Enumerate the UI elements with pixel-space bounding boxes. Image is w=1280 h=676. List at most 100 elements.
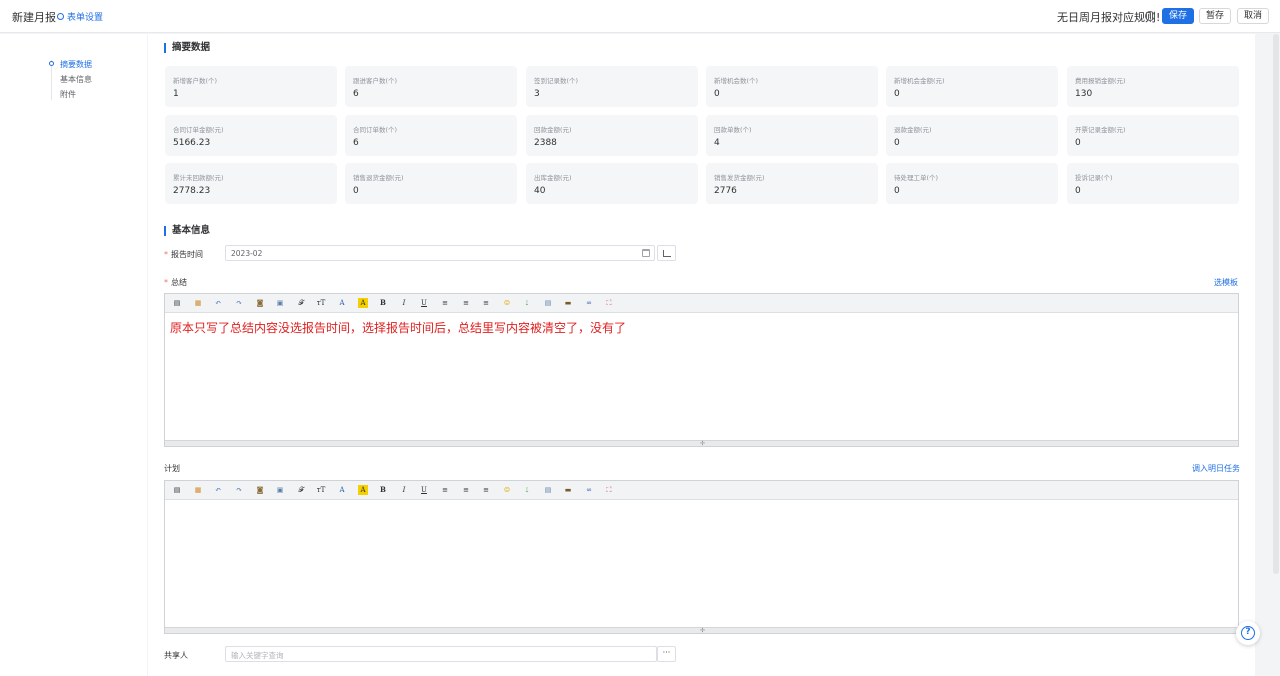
italic-icon[interactable]: I [399,485,409,495]
summary-card: 新增机会数(个) 0 [706,66,878,107]
form-settings-link[interactable]: 表单设置 [57,10,103,23]
undo-icon[interactable]: ↶ [213,298,223,308]
select-template-link[interactable]: 选模板 [1214,277,1238,288]
summary-card: 出库金额(元) 40 [526,163,698,204]
nav-active-dot [49,61,54,66]
info-icon[interactable]: ! [1145,11,1155,21]
question-icon: ? [1241,626,1255,640]
resize-handle[interactable]: ✢ [165,440,1238,447]
summary-card: 跟进客户数(个) 6 [345,66,517,107]
find-icon[interactable]: ◙ [255,298,265,308]
highlight-icon[interactable]: A [358,485,368,495]
form-settings-label: 表单设置 [67,13,104,23]
summary-card: 新增客户数(个) 1 [165,66,337,107]
summary-editor[interactable]: ▤ ▦ ↶ ↷ ◙ ▣ 𝓕 ᴛT A A B I U ≡ ≡ ≡ ☺ ⇣ ▤ ▬… [164,293,1239,447]
summary-card: 累计未回款额(元) 2778.23 [165,163,337,204]
sidebar-item-attachments[interactable]: 附件 [60,89,76,100]
bold-icon[interactable]: B [378,298,388,308]
align-left-icon[interactable]: ≡ [440,298,450,308]
fullscreen-icon[interactable]: ⛶ [604,485,614,495]
sidebar [0,34,147,676]
font-color-icon[interactable]: A [337,298,347,308]
summary-section-title: 摘要数据 [164,43,210,53]
share-input[interactable]: 输入关键字查询 [225,646,657,662]
source-icon[interactable]: ▤ [172,298,182,308]
share-placeholder: 输入关键字查询 [231,651,284,660]
highlight-icon[interactable]: A [358,298,368,308]
paste-icon[interactable]: ▦ [193,485,203,495]
summary-card: 投诉记录(个) 0 [1067,163,1239,204]
import-tasks-link[interactable]: 调入明日任务 [1192,463,1240,474]
summary-card: 合同订单数(个) 6 [345,115,517,156]
required-mark: * [164,250,168,259]
font-size-icon[interactable]: ᴛT [316,298,326,308]
table-icon[interactable]: ▤ [543,298,553,308]
plan-editor-body[interactable] [165,501,1238,629]
link-icon[interactable]: ∞ [584,485,594,495]
summary-card: 回款单数(个) 4 [706,115,878,156]
font-family-icon[interactable]: 𝓕 [296,298,306,308]
undo-icon[interactable]: ↶ [213,485,223,495]
summary-card: 开票记录金额(元) 0 [1067,115,1239,156]
align-left-icon[interactable]: ≡ [440,485,450,495]
align-center-icon[interactable]: ≡ [461,485,471,495]
redo-icon[interactable]: ↷ [234,298,244,308]
redo-icon[interactable]: ↷ [234,485,244,495]
summary-card: 费用报销金额(元) 130 [1067,66,1239,107]
summary-card: 销售发货金额(元) 2776 [706,163,878,204]
underline-icon[interactable]: U [419,485,429,495]
summary-card: 销售退货金额(元) 0 [345,163,517,204]
source-icon[interactable]: ▤ [172,485,182,495]
bold-icon[interactable]: B [378,485,388,495]
nav-line [51,60,52,100]
insert-icon[interactable]: ⇣ [522,485,532,495]
emoji-icon[interactable]: ☺ [502,485,512,495]
draft-button[interactable]: 暂存 [1199,8,1231,24]
report-time-input[interactable]: 2023-02 [225,245,655,261]
summary-card: 回款金额(元) 2388 [526,115,698,156]
sidebar-item-summary[interactable]: 摘要数据 [60,59,92,70]
editor-toolbar: ▤ ▦ ↶ ↷ ◙ ▣ 𝓕 ᴛT A A B I U ≡ ≡ ≡ ☺ ⇣ ▤ ▬… [165,294,1238,313]
insert-icon[interactable]: ⇣ [522,298,532,308]
font-color-icon[interactable]: A [337,485,347,495]
italic-icon[interactable]: I [399,298,409,308]
cancel-button[interactable]: 取消 [1237,8,1269,24]
link-icon[interactable]: ∞ [584,298,594,308]
image-icon[interactable]: ▣ [275,298,285,308]
resize-handle[interactable]: ✢ [165,627,1238,634]
align-right-icon[interactable]: ≡ [481,485,491,495]
underline-icon[interactable]: U [419,298,429,308]
summary-editor-body[interactable]: 原本只写了总结内容没选报告时间，选择报告时间后，总结里写内容被清空了，没有了 [165,314,1238,442]
page-title: 新建月报 [12,11,56,24]
more-button[interactable]: ··· [657,646,676,662]
top-bar: 新建月报 表单设置 无日周月报对应规则! ! 保存 暂存 取消 [0,0,1280,33]
font-family-icon[interactable]: 𝓕 [296,485,306,495]
chart-icon [663,250,671,257]
emoji-icon[interactable]: ☺ [502,298,512,308]
table-icon[interactable]: ▤ [543,485,553,495]
report-time-value: 2023-02 [231,249,263,258]
help-button[interactable]: ? [1236,621,1260,645]
summary-label: * 总结 [164,278,187,287]
plan-label: 计划 [164,464,180,473]
gear-icon [57,13,64,20]
flash-icon[interactable]: ▬ [563,485,573,495]
find-icon[interactable]: ◙ [255,485,265,495]
save-button[interactable]: 保存 [1162,8,1194,24]
fullscreen-icon[interactable]: ⛶ [604,298,614,308]
summary-card: 待处理工单(个) 0 [886,163,1058,204]
paste-icon[interactable]: ▦ [193,298,203,308]
report-time-label: * 报告时间 [164,250,203,259]
plan-editor[interactable]: ▤ ▦ ↶ ↷ ◙ ▣ 𝓕 ᴛT A A B I U ≡ ≡ ≡ ☺ ⇣ ▤ ▬… [164,480,1239,634]
scrollbar[interactable] [1273,34,1279,574]
grip-icon: ✢ [700,440,706,447]
calendar-icon[interactable] [642,249,650,257]
image-icon[interactable]: ▣ [275,485,285,495]
align-center-icon[interactable]: ≡ [461,298,471,308]
chart-button[interactable] [657,245,676,261]
summary-card: 合同订单金额(元) 5166.23 [165,115,337,156]
sidebar-item-basic-info[interactable]: 基本信息 [60,74,92,85]
flash-icon[interactable]: ▬ [563,298,573,308]
font-size-icon[interactable]: ᴛT [316,485,326,495]
align-right-icon[interactable]: ≡ [481,298,491,308]
